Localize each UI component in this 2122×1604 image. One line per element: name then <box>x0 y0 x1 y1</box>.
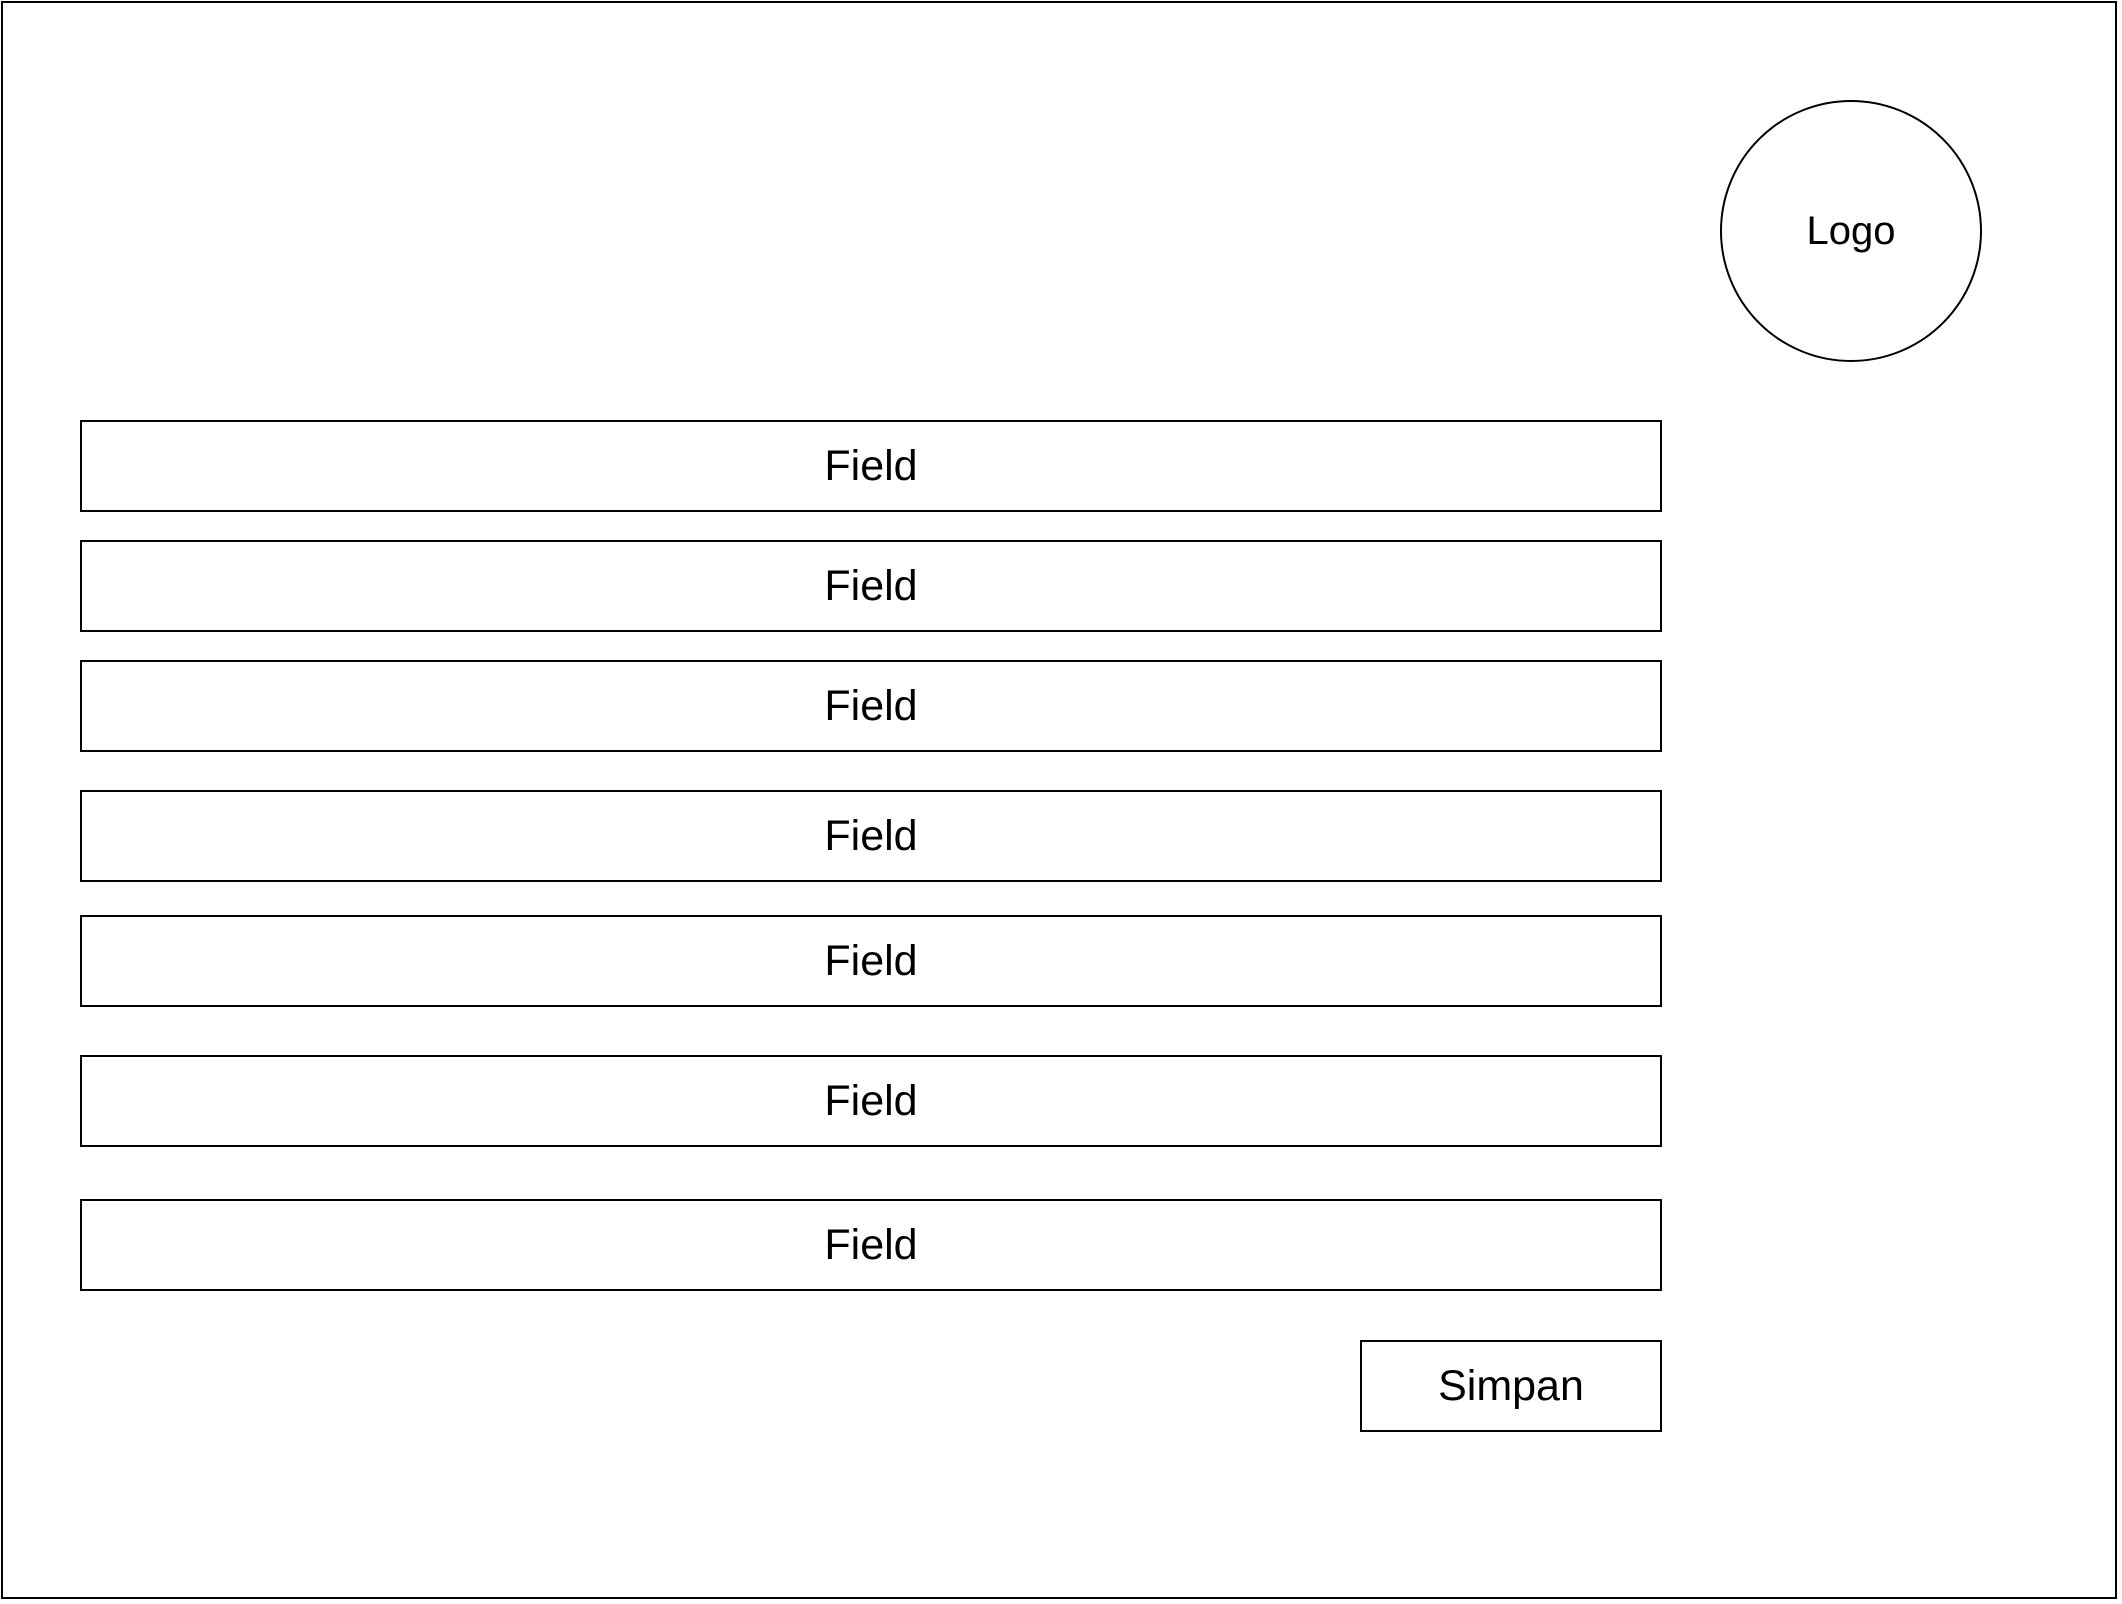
save-button[interactable]: Simpan <box>1360 1340 1662 1432</box>
field-label: Field <box>824 1220 918 1269</box>
logo-label: Logo <box>1806 208 1896 253</box>
logo: Logo <box>1720 100 1982 362</box>
form-field-2[interactable]: Field <box>80 540 1662 632</box>
form-field-4[interactable]: Field <box>80 790 1662 882</box>
form-field-5[interactable]: Field <box>80 915 1662 1007</box>
form-field-7[interactable]: Field <box>80 1199 1662 1291</box>
form-field-1[interactable]: Field <box>80 420 1662 512</box>
form-field-3[interactable]: Field <box>80 660 1662 752</box>
field-label: Field <box>824 681 918 730</box>
field-label: Field <box>824 936 918 985</box>
field-label: Field <box>824 1076 918 1125</box>
field-label: Field <box>824 441 918 490</box>
form-field-6[interactable]: Field <box>80 1055 1662 1147</box>
save-button-label: Simpan <box>1438 1361 1584 1410</box>
field-label: Field <box>824 561 918 610</box>
field-label: Field <box>824 811 918 860</box>
